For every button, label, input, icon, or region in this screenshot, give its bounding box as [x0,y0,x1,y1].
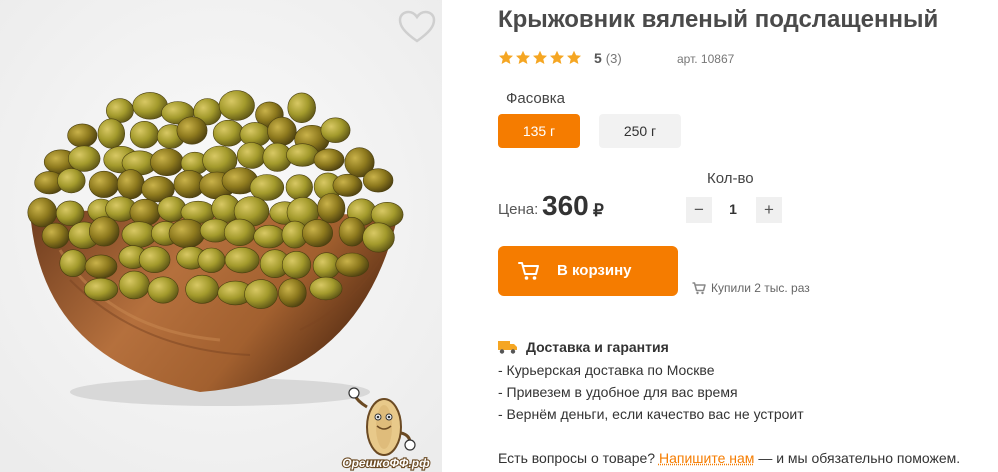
watermark-text: ОрешкоФФ.рф [342,456,430,470]
truck-icon [498,341,517,354]
star-icon [499,50,513,64]
product-title: Крыжовник вяленый подслащенный [498,6,939,33]
pack-option-250g[interactable]: 250 г [599,114,681,148]
delivery-item: - Вернём деньги, если качество вас не ус… [498,406,804,422]
star-icon [516,50,530,64]
rating-value: 5 [594,50,602,66]
purchase-count-text: Купили 2 тыс. раз [711,281,810,295]
add-to-cart-label: В корзину [557,262,632,279]
add-to-cart-button[interactable]: В корзину [498,246,678,296]
star-icon [550,50,564,64]
delivery-heading-text: Доставка и гарантия [526,339,669,355]
delivery-item: - Курьерская доставка по Москве [498,362,715,378]
cart-small-icon [692,281,706,294]
quantity-label: Кол-во [707,170,754,187]
packaging-label: Фасовка [506,90,565,107]
delivery-heading: Доставка и гарантия [498,339,669,355]
product-sku: арт. 10867 [677,52,735,66]
product-image-panel: ОрешкоФФ.рф [0,0,442,472]
delivery-item: - Привезем в удобное для вас время [498,384,738,400]
contact-question: Есть вопросы о товаре? Напишите нам — и … [498,450,960,466]
rating-count[interactable]: (3) [606,51,622,66]
favorite-heart-icon[interactable] [398,10,436,44]
purchase-count: Купили 2 тыс. раз [692,281,810,295]
write-us-link[interactable]: Напишите нам [659,450,754,466]
star-icon [533,50,547,64]
quantity-increase-button[interactable]: + [756,197,782,223]
cart-icon [518,262,539,280]
product-rating[interactable]: 5 (3) [498,49,622,67]
rating-stars [498,50,582,66]
quantity-value[interactable]: 1 [722,201,744,217]
contact-prefix: Есть вопросы о товаре? [498,450,656,466]
contact-suffix: — и мы обязательно поможем. [758,450,961,466]
quantity-decrease-button[interactable]: − [686,197,712,223]
price-label: Цена: [498,201,539,218]
brand-mascot-logo: ОрешкоФФ.рф [341,387,431,471]
price-currency: ₽ [593,201,604,220]
price-value: 360 [542,190,589,221]
star-icon [567,50,581,64]
pack-option-135g[interactable]: 135 г [498,114,580,148]
